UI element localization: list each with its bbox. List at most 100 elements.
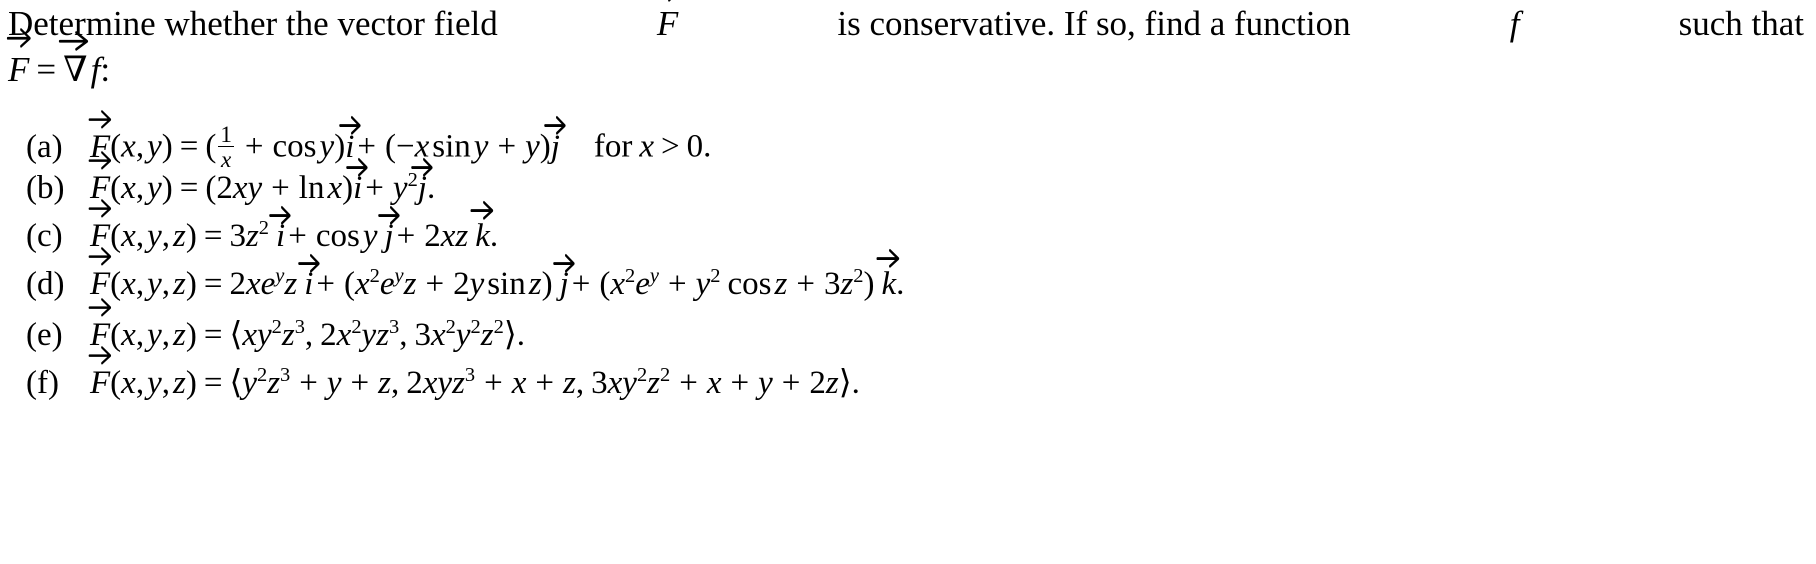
euler-e: e [260,266,276,302]
j-hat-glyph: j [559,266,569,302]
exponent-three: 3 [280,364,291,386]
lparen: ( [110,218,122,254]
i-hat-symbol: i [269,205,291,255]
rangle: ⟩ [838,365,852,401]
i-hat-glyph: i [353,170,363,206]
var-y: y [147,365,162,401]
exponent-two: 2 [625,265,636,287]
var-z: z [403,266,417,302]
part-c-expression: F(x,y,z) = 3z2 i+ cosy j+ 2xz k. [88,199,499,255]
i-hat-glyph: i [345,128,355,165]
number-three: 3 [823,266,841,302]
var-z: z [376,317,390,353]
var-x: x [610,266,626,302]
vector-F-glyph: F [90,170,111,206]
j-hat-glyph: j [384,218,394,254]
problem-part-f: (f) F(x,y,z) = ⟨y2z3 + y + z, 2xyz3 + x + z, 3xy2z2 +… [26,346,904,410]
number-two: 2 [320,317,337,353]
period: . [489,218,499,254]
document-page: Determine whether the vector field F is … [0,0,1816,564]
cos-operator: cos [727,266,772,302]
var-x: x [121,170,136,206]
equals-sign: = [203,266,223,302]
plus-sign: + [484,365,503,401]
vector-F-symbol: F [88,109,111,166]
var-z: z [647,365,661,401]
plus-sign: + [288,218,307,254]
rparen: ) [334,128,346,165]
equals-sign: = [203,365,223,401]
vector-F-glyph: F [90,317,111,353]
plus-sign: + [497,128,517,165]
comma: , [135,128,145,165]
comma: , [161,365,170,401]
var-y: y [392,170,408,206]
equals-sign: = [203,218,223,254]
problem-part-d: (d) F(x,y,z) = 2xeyz i+ (x2eyz +2ysinz) j+ (x2e… [26,247,905,314]
lparen: ( [599,266,611,302]
fraction-numerator: 1 [220,121,232,147]
period: . [896,266,905,302]
comma: , [399,317,408,353]
rparen: ) [161,128,173,165]
lparen: ( [110,317,122,353]
vector-F-symbol: F [88,298,111,354]
comma: , [304,317,314,353]
comma: , [135,218,145,254]
problem-part-b: (b) F(x,y) = (2xy + lnx) i+ y2 j. [26,151,904,218]
exponent-y: y [394,265,404,287]
var-y: y [247,170,263,206]
var-z: z [378,365,392,401]
period: . [703,128,712,165]
lparen: ( [110,170,122,206]
sin-operator: sin [432,128,471,165]
var-x: x [121,266,136,302]
var-z: z [281,317,295,353]
exponent-two: 2 [636,364,648,386]
problem-statement: Determine whether the vector field F is … [6,0,1808,92]
rparen: ) [539,128,551,165]
part-label-d: (d) [26,266,65,302]
stem-text-middle: is conservative. If so, find a function [837,4,1351,43]
var-z: z [455,218,469,254]
plus-sign: + [396,218,416,254]
nabla-glyph: ∇ [63,50,88,89]
rparen: ) [863,266,875,302]
stem-text-lead: Determine whether the vector field [8,4,498,43]
vector-F-glyph: F [656,4,679,43]
number-two: 2 [406,365,423,401]
langle: ⟨ [229,317,243,353]
var-x: x [706,365,722,401]
vector-arrow-icon [88,109,112,129]
vector-F-glyph: F [90,128,111,165]
lparen: ( [343,266,355,302]
var-z: z [267,365,281,401]
var-x: x [414,128,430,165]
number-two: 2 [453,266,470,302]
part-d-expression: F(x,y,z) = 2xeyz i+ (x2eyz +2ysinz) j+ (x2ey + y2… [88,247,905,303]
number-two: 2 [424,218,441,254]
colon-glyph: : [100,50,111,89]
plus-sign: + [357,128,376,165]
var-z: z [172,365,186,401]
condition-for-word: for [593,128,633,165]
minus-sign: − [395,128,415,165]
var-y: y [319,128,335,165]
lparen: ( [205,128,217,165]
var-y: y [147,266,162,302]
i-hat-symbol: i [338,116,361,166]
var-z: z [840,266,854,302]
rparen: ) [541,266,553,302]
euler-e: e [379,266,395,302]
plus-sign: + [571,266,591,302]
part-a-expression: F(x,y) =(1 x + cosy) i+ (−xsiny + y) j for x >0. [88,109,712,171]
comma: , [161,218,170,254]
var-x: x [121,128,136,165]
part-label-b: (b) [26,170,65,206]
exponent-three: 3 [389,316,400,338]
exponent-three: 3 [294,316,305,338]
var-y: y [695,266,711,302]
vector-F-glyph: F [8,50,30,89]
vector-F-symbol: F [656,0,679,46]
exponent-two: 2 [407,169,418,191]
